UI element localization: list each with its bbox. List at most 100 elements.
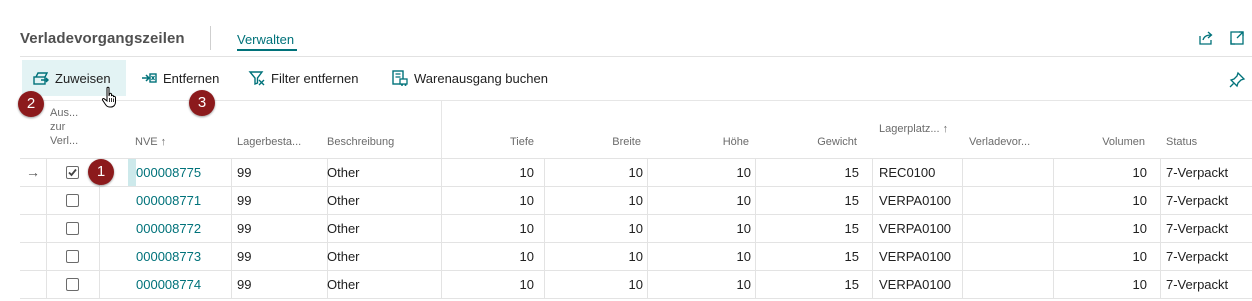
cell-lagerbestand: 99	[237, 165, 252, 180]
cell-divider	[46, 271, 47, 298]
cell-status: 7-Verpackt	[1166, 221, 1229, 236]
tab-manage[interactable]: Verwalten	[237, 32, 294, 47]
cell-gewicht: 15	[844, 165, 859, 180]
cell-tiefe: 10	[519, 277, 534, 292]
header-divider	[210, 26, 211, 50]
cell-divider	[1160, 243, 1161, 270]
cell-breite: 10	[628, 221, 643, 236]
cell-divider	[755, 215, 756, 242]
cell-divider	[46, 159, 47, 186]
cell-divider	[231, 187, 232, 214]
cell-volumen: 10	[1132, 277, 1147, 292]
cell-divider	[872, 159, 873, 186]
row-select-checkbox[interactable]	[66, 278, 79, 291]
cell-divider	[647, 187, 648, 214]
row-select-checkbox[interactable]	[66, 222, 79, 235]
cell-lagerplatz: VERPA0100	[879, 221, 952, 236]
col-header-lagerbestand[interactable]: Lagerbesta...	[237, 101, 317, 158]
step-badge: 2	[18, 91, 44, 117]
cell-divider	[962, 215, 963, 242]
cell-divider	[544, 271, 545, 298]
cell-beschreibung: Other	[327, 221, 360, 236]
cell-hoehe: 10	[736, 249, 751, 264]
cell-divider	[755, 159, 756, 186]
col-header-status[interactable]: Status	[1166, 101, 1246, 158]
cell-verladevorgang	[969, 159, 1049, 186]
cell-beschreibung: Other	[327, 249, 360, 264]
cell-divider	[962, 271, 963, 298]
cell-gewicht: 15	[844, 249, 859, 264]
action-toolbar: Zuweisen Entfernen Filter entfernen Ware…	[0, 58, 1252, 100]
hand-cursor-icon	[101, 86, 116, 108]
cell-breite: 10	[628, 165, 643, 180]
col-header-tiefe[interactable]: Tiefe	[450, 101, 534, 158]
cell-verladevorgang	[969, 271, 1049, 298]
cell-divider	[962, 187, 963, 214]
cell-divider	[872, 187, 873, 214]
col-header-gewicht[interactable]: Gewicht	[760, 101, 857, 158]
col-header-beschreibung[interactable]: Beschreibung	[327, 101, 427, 158]
cell-nve[interactable]: 000008773	[136, 243, 231, 270]
table-row[interactable]: 000008774 99 Other 10 10 10 15 VERPA0100 10 7-Ver…	[20, 270, 1252, 299]
cell-nve[interactable]: 000008775	[136, 159, 231, 186]
cell-nve[interactable]: 000008774	[136, 271, 231, 298]
cell-gewicht: 15	[844, 193, 859, 208]
cell-divider	[99, 243, 100, 270]
cell-verladevorgang	[969, 243, 1049, 270]
cell-volumen: 10	[1132, 193, 1147, 208]
table-row[interactable]: → 000008775 99 Other 10 10 10 15 REC0100 10 7-Verp…	[20, 158, 1252, 186]
cell-lagerplatz: VERPA0100	[879, 193, 952, 208]
table-row[interactable]: 000008772 99 Other 10 10 10 15 VERPA0100 10 7-Ver…	[20, 214, 1252, 242]
row-select-checkbox[interactable]	[66, 194, 79, 207]
table-row[interactable]: 000008771 99 Other 10 10 10 15 VERPA0100 10 7-Ver…	[20, 186, 1252, 214]
header-divider	[441, 101, 442, 158]
cell-breite: 10	[628, 249, 643, 264]
cell-divider	[441, 271, 442, 298]
cell-divider	[647, 159, 648, 186]
cell-divider	[1160, 215, 1161, 242]
cell-beschreibung: Other	[327, 193, 360, 208]
cell-divider	[1053, 271, 1054, 298]
col-header-verladevorgang[interactable]: Verladevor...	[969, 101, 1059, 158]
cell-breite: 10	[628, 277, 643, 292]
clear-filter-label: Filter entfernen	[271, 70, 359, 86]
lines-table: Aus... zur Verl... NVE ↑ Lagerbesta... B…	[20, 101, 1252, 301]
cell-volumen: 10	[1132, 165, 1147, 180]
cell-divider	[231, 159, 232, 186]
expand-icon[interactable]	[1228, 29, 1246, 47]
checkmark-icon	[68, 168, 77, 177]
page-title: Verladevorgangszeilen	[20, 30, 185, 47]
cell-lagerbestand: 99	[237, 277, 252, 292]
cell-nve[interactable]: 000008771	[136, 187, 231, 214]
remove-button[interactable]: Entfernen	[130, 60, 229, 96]
cell-status: 7-Verpackt	[1166, 249, 1229, 264]
header-rule	[20, 56, 1252, 57]
cell-verladevorgang	[969, 187, 1049, 214]
post-shipment-button[interactable]: Warenausgang buchen	[381, 60, 558, 96]
cell-lagerplatz: REC0100	[879, 165, 936, 180]
cell-gewicht: 15	[844, 221, 859, 236]
col-header-hoehe[interactable]: Höhe	[660, 101, 749, 158]
step-badge: 1	[88, 159, 114, 185]
cell-divider	[872, 271, 873, 298]
remove-icon	[142, 73, 157, 83]
pin-icon[interactable]	[1228, 71, 1246, 89]
cell-divider	[1053, 159, 1054, 186]
cell-divider	[872, 243, 873, 270]
cell-divider	[647, 243, 648, 270]
page-header: Verladevorgangszeilen Verwalten	[0, 0, 1252, 57]
cell-divider	[872, 215, 873, 242]
row-select-checkbox[interactable]	[66, 250, 79, 263]
row-select-checkbox[interactable]	[66, 166, 79, 179]
cell-beschreibung: Other	[327, 165, 360, 180]
col-header-breite[interactable]: Breite	[550, 101, 641, 158]
cell-divider	[231, 243, 232, 270]
cell-breite: 10	[628, 193, 643, 208]
col-header-select[interactable]: Aus... zur Verl...	[50, 106, 90, 163]
share-icon[interactable]	[1197, 29, 1215, 47]
table-row[interactable]: 000008773 99 Other 10 10 10 15 VERPA0100 10 7-Ver…	[20, 242, 1252, 270]
clear-filter-button[interactable]: Filter entfernen	[238, 60, 368, 96]
col-header-volumen[interactable]: Volumen	[1060, 101, 1145, 158]
cell-nve[interactable]: 000008772	[136, 215, 231, 242]
cell-lagerbestand: 99	[237, 249, 252, 264]
